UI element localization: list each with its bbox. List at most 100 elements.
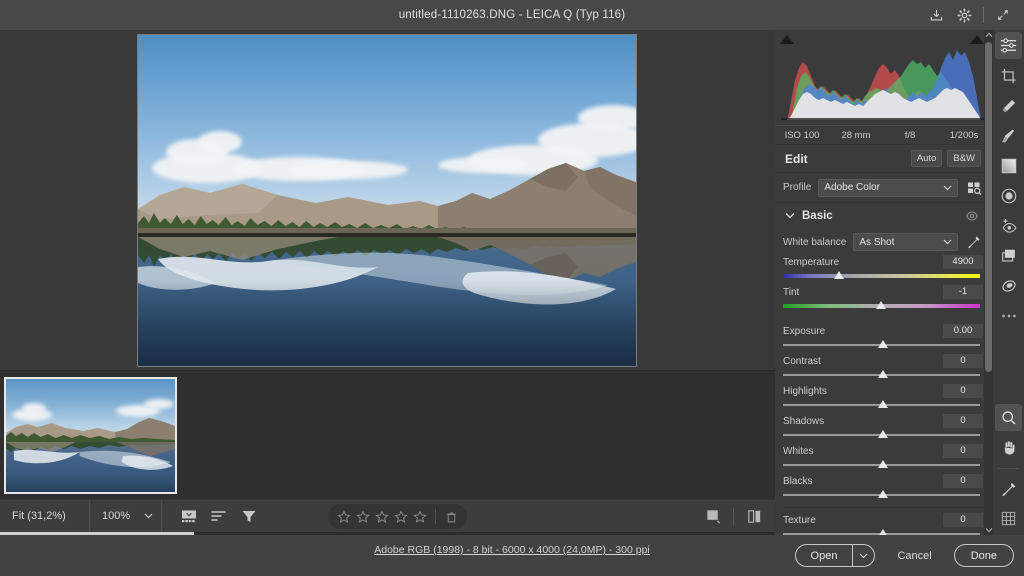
scroll-down-icon[interactable] <box>984 525 993 535</box>
slider-handle[interactable] <box>834 271 844 279</box>
star-rating-control[interactable] <box>328 504 467 529</box>
adjustment-brush-tool[interactable] <box>995 122 1022 149</box>
thumb-cloud <box>22 403 46 413</box>
toggle-edit-visibility-icon[interactable] <box>963 207 981 225</box>
edit-panel-title: Edit <box>785 151 808 166</box>
rail-divider <box>998 468 1019 469</box>
main-photo-frame[interactable] <box>137 34 637 367</box>
bw-button[interactable]: B&W <box>947 150 981 167</box>
star-2[interactable] <box>355 509 371 525</box>
more-options-tool[interactable] <box>995 302 1022 329</box>
radial-filter-tool[interactable] <box>995 182 1022 209</box>
profile-value: Adobe Color <box>824 182 880 193</box>
chevron-down-icon <box>943 185 952 190</box>
slider-track-area[interactable] <box>783 488 983 502</box>
filter-icon[interactable] <box>236 503 262 529</box>
save-image-icon[interactable] <box>923 2 949 28</box>
presets-tool[interactable] <box>995 272 1022 299</box>
slider-row: Blacks 0 <box>783 474 983 488</box>
histogram[interactable] <box>775 30 991 125</box>
slider-value[interactable]: 0 <box>943 384 983 398</box>
slider-track-area[interactable] <box>783 458 983 472</box>
filmstrip-thumbnail[interactable] <box>4 377 177 494</box>
edit-panel-scrollbar[interactable] <box>984 30 993 535</box>
slider-track-area[interactable] <box>783 368 983 382</box>
sort-order-icon[interactable] <box>206 503 232 529</box>
highlight-clipping-warning-icon[interactable] <box>970 35 984 44</box>
white-balance-eyedropper-tool[interactable] <box>995 475 1022 502</box>
slider-value[interactable]: 0.00 <box>943 324 983 338</box>
slider-track-area[interactable] <box>783 338 983 352</box>
star-5[interactable] <box>412 509 428 525</box>
slider-track-area[interactable] <box>783 398 983 412</box>
slider-handle[interactable] <box>878 370 888 378</box>
targeted-adjustment-tool[interactable] <box>995 505 1022 532</box>
collapse-panel-icon[interactable] <box>990 2 1016 28</box>
slider-track-area[interactable] <box>783 269 983 283</box>
star-4[interactable] <box>393 509 409 525</box>
auto-button[interactable]: Auto <box>910 150 943 167</box>
white-balance-select[interactable]: As Shot <box>853 233 958 251</box>
white-balance-eyedropper-icon[interactable] <box>965 233 983 251</box>
open-button[interactable]: Open <box>796 545 853 566</box>
slider-label: Blacks <box>783 475 813 487</box>
scrollbar-thumb[interactable] <box>985 42 992 372</box>
thumb-treeline <box>6 432 175 443</box>
cancel-button[interactable]: Cancel <box>875 550 953 562</box>
profile-select[interactable]: Adobe Color <box>818 178 958 197</box>
star-1[interactable] <box>336 509 352 525</box>
slider-highlights: Highlights 0 <box>783 384 983 412</box>
slider-value[interactable]: -1 <box>943 285 983 299</box>
crop-tool[interactable] <box>995 62 1022 89</box>
filmstrip[interactable] <box>0 370 775 499</box>
edit-sliders-tool[interactable] <box>995 32 1022 59</box>
fit-zoom-label[interactable]: Fit (31,2%) <box>0 499 90 533</box>
slider-label: Whites <box>783 445 814 457</box>
shadow-clipping-warning-icon[interactable] <box>780 35 794 44</box>
slider-handle[interactable] <box>878 400 888 408</box>
slider-value[interactable]: 0 <box>943 354 983 368</box>
slider-handle[interactable] <box>876 301 886 309</box>
filmstrip-view-icon[interactable] <box>176 503 202 529</box>
slider-value[interactable]: 0 <box>943 474 983 488</box>
slider-row: Shadows 0 <box>783 414 983 428</box>
photo-shore-band <box>138 227 636 233</box>
single-view-icon[interactable] <box>700 504 726 530</box>
slider-value[interactable]: 0 <box>943 513 983 527</box>
slider-handle[interactable] <box>878 430 888 438</box>
spot-removal-tool[interactable] <box>995 92 1022 119</box>
slider-handle[interactable] <box>878 490 888 498</box>
slider-track-area[interactable] <box>783 428 983 442</box>
hand-tool[interactable] <box>995 434 1022 461</box>
before-after-view-icon[interactable] <box>741 504 767 530</box>
open-dropdown-chevron-icon[interactable] <box>852 545 874 566</box>
graduated-filter-tool[interactable] <box>995 152 1022 179</box>
browse-profiles-icon[interactable] <box>965 179 983 197</box>
done-button[interactable]: Done <box>953 544 1014 567</box>
slider-handle[interactable] <box>878 340 888 348</box>
scroll-up-icon[interactable] <box>984 30 993 40</box>
image-canvas[interactable] <box>0 30 775 370</box>
star-3[interactable] <box>374 509 390 525</box>
slider-label: Temperature <box>783 256 840 268</box>
exif-iso: ISO 100 <box>784 129 820 141</box>
red-eye-removal-tool[interactable] <box>995 212 1022 239</box>
slider-value[interactable]: 4900 <box>943 255 983 269</box>
white-balance-label: White balance <box>783 236 847 248</box>
preferences-gear-icon[interactable] <box>951 2 977 28</box>
basic-section-header[interactable]: Basic <box>775 203 991 229</box>
slider-value[interactable]: 0 <box>943 414 983 428</box>
zoom-tool[interactable] <box>995 404 1022 431</box>
trash-icon[interactable] <box>443 509 459 525</box>
zoom-level-select[interactable]: 100% <box>90 499 163 533</box>
edit-panel-header: Edit Auto B&W <box>775 145 991 173</box>
slider-track-area[interactable] <box>783 299 983 313</box>
slider-handle[interactable] <box>878 460 888 468</box>
slider-value[interactable]: 0 <box>943 444 983 458</box>
slider-row: Tint -1 <box>783 285 983 299</box>
exif-aperture: f/8 <box>904 129 916 141</box>
open-button-group[interactable]: Open <box>794 544 876 567</box>
snapshots-tool[interactable] <box>995 242 1022 269</box>
slider-row: Temperature 4900 <box>783 255 983 269</box>
